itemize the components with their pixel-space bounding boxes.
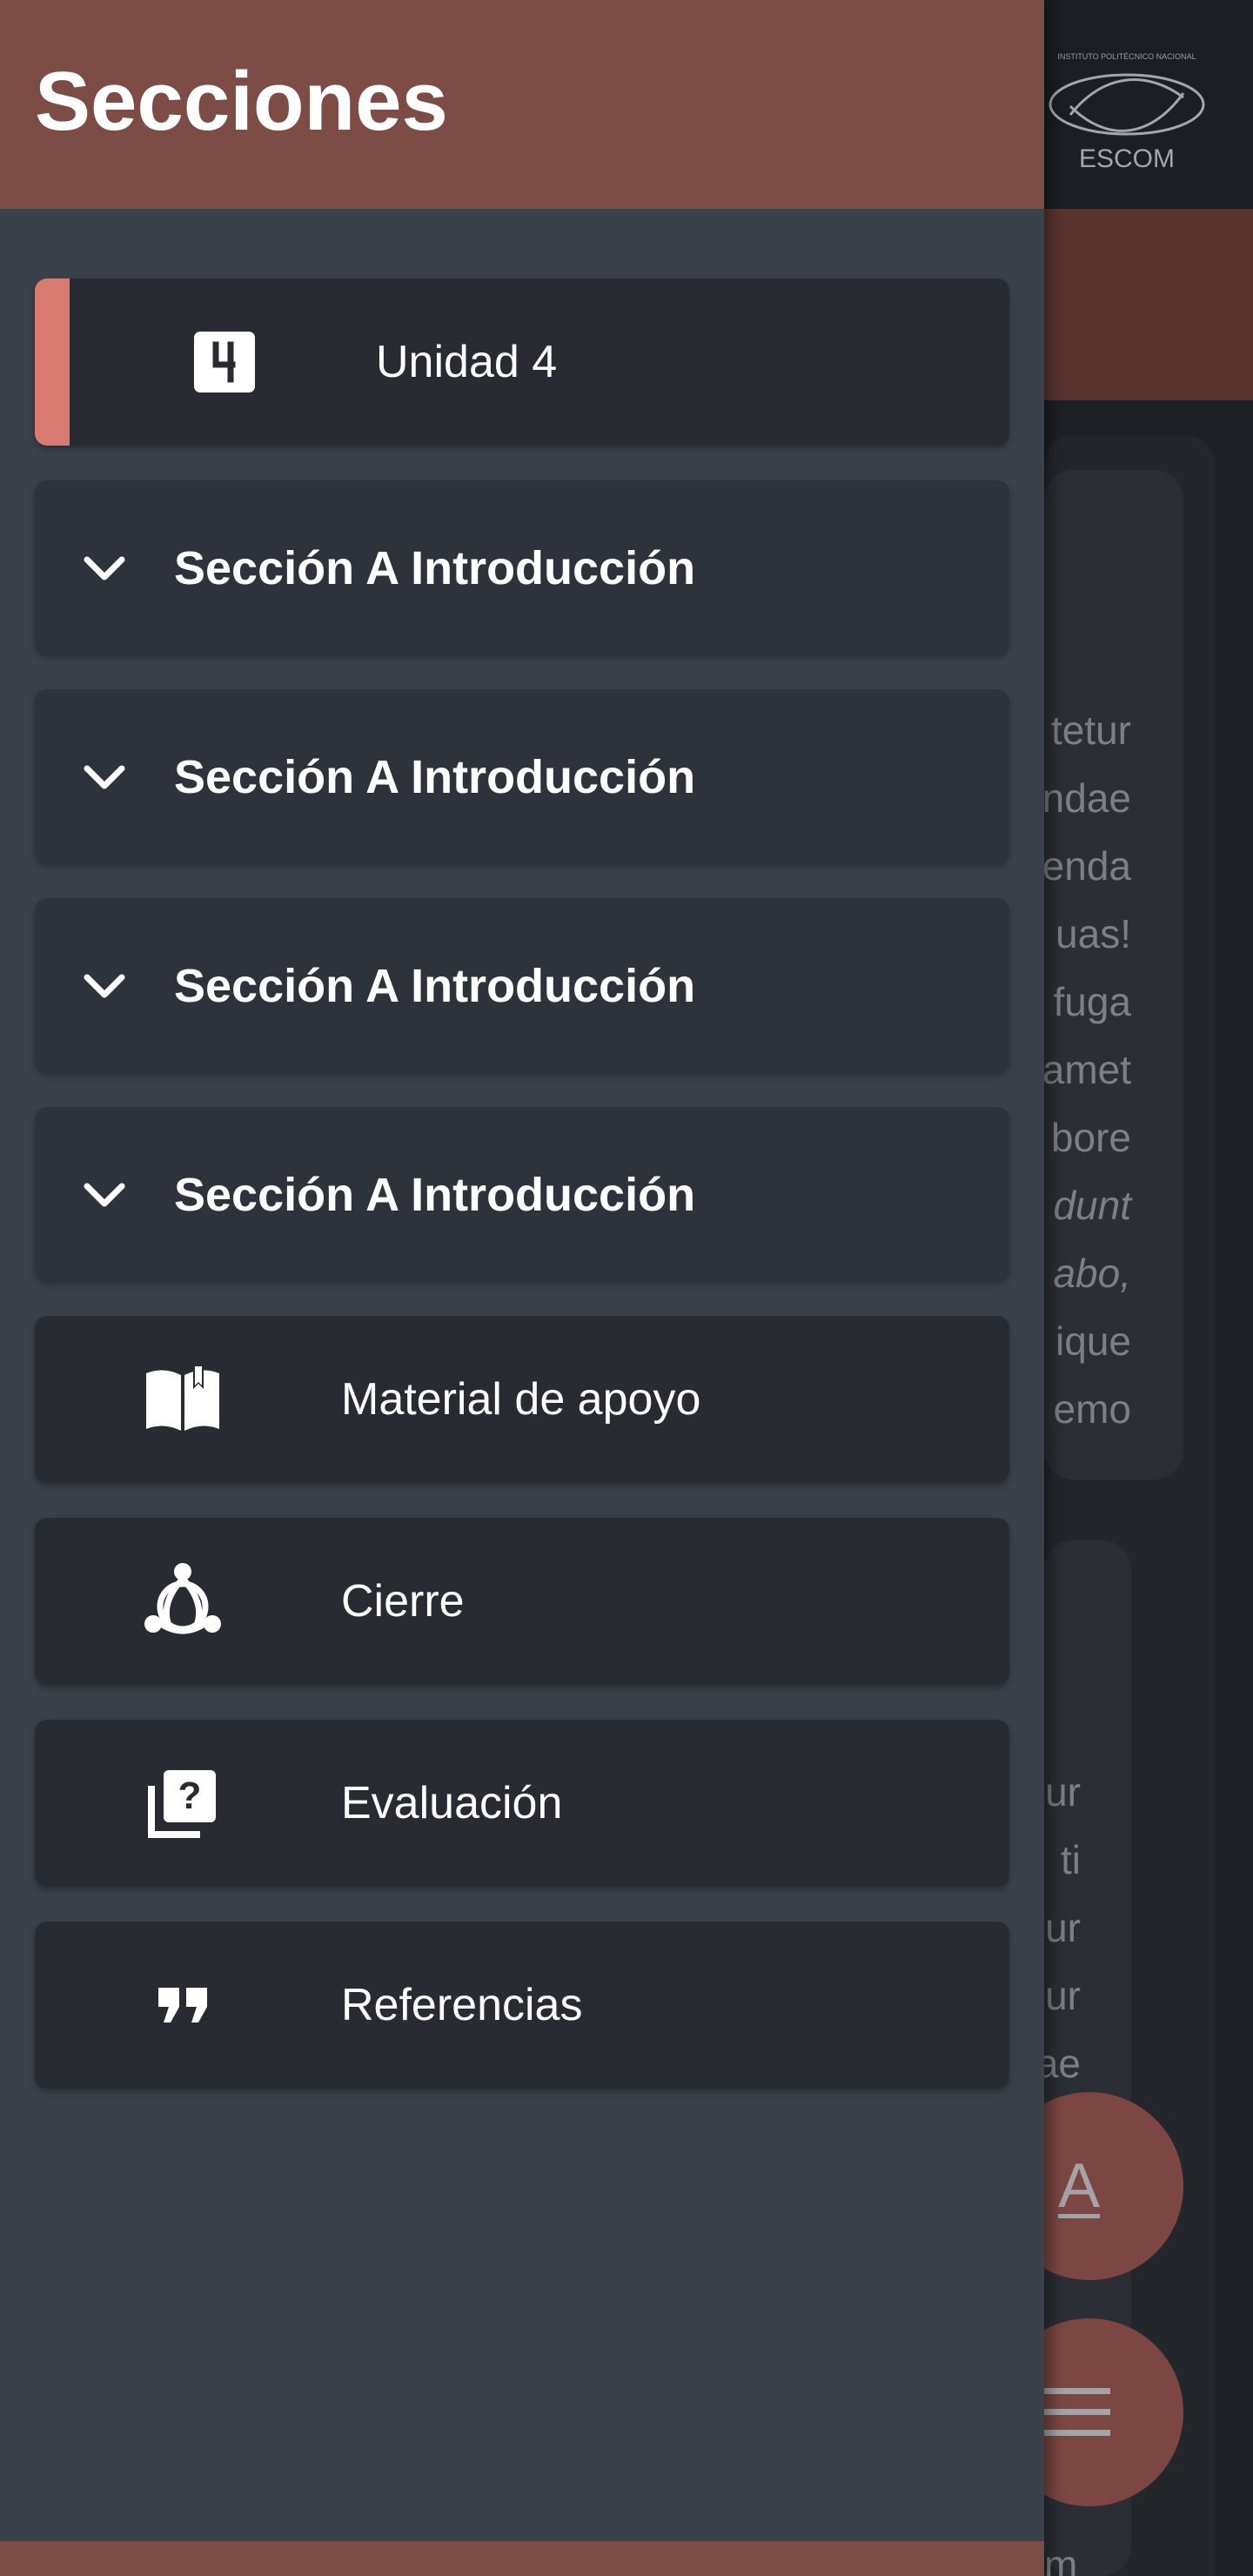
referencias-item[interactable]: Referencias: [35, 1922, 1009, 2089]
section-label: Sección A Introducción: [174, 1169, 696, 1221]
chevron-down-icon: [77, 1171, 132, 1220]
navigation-drawer: Secciones Unidad 4 Sección A Introducció…: [0, 0, 1044, 2576]
question-cards-icon: ?: [139, 1760, 226, 1847]
svg-text:?: ?: [178, 1774, 202, 1817]
unit-item[interactable]: Unidad 4: [35, 278, 1009, 446]
referencias-label: Referencias: [341, 1980, 583, 2030]
celtic-knot-icon: [139, 1558, 226, 1645]
chevron-down-icon: [77, 754, 132, 802]
cierre-item[interactable]: Cierre: [35, 1518, 1009, 1685]
material-de-apoyo-label: Material de apoyo: [341, 1374, 701, 1425]
chevron-down-icon: [77, 545, 132, 594]
hamburger-menu-icon: [1044, 2388, 1110, 2436]
page-banner: [1044, 209, 1253, 400]
quote-icon: [139, 1962, 226, 2049]
font-icon: A: [1057, 2151, 1101, 2221]
svg-text:INSTITUTO POLITÉCNICO NACIONAL: INSTITUTO POLITÉCNICO NACIONAL: [1057, 52, 1196, 61]
section-item[interactable]: Sección A Introducción: [35, 1107, 1009, 1281]
number-4-box-icon: [190, 327, 259, 397]
escom-logo: INSTITUTO POLITÉCNICO NACIONAL ESCOM: [1049, 52, 1205, 173]
material-de-apoyo-item[interactable]: Material de apoyo: [35, 1316, 1009, 1483]
unit-label: Unidad 4: [376, 337, 558, 387]
svg-text:ESCOM: ESCOM: [1079, 144, 1175, 173]
open-book-icon: [139, 1356, 226, 1443]
section-label: Sección A Introducción: [174, 960, 696, 1012]
section-item[interactable]: Sección A Introducción: [35, 898, 1009, 1072]
drawer-header: Secciones: [0, 0, 1044, 209]
chevron-down-icon: [77, 963, 132, 1011]
section-item[interactable]: Sección A Introducción: [35, 480, 1009, 654]
drawer-title: Secciones: [35, 55, 448, 148]
evaluacion-item[interactable]: ? Evaluación: [35, 1720, 1009, 1887]
section-label: Sección A Introducción: [174, 542, 696, 594]
section-item[interactable]: Sección A Introducción: [35, 689, 1009, 863]
drawer-footer: [0, 2541, 1044, 2576]
evaluacion-label: Evaluación: [341, 1778, 563, 1828]
content-text-bottom: m: [1044, 2542, 1078, 2576]
cierre-label: Cierre: [341, 1576, 465, 1627]
active-indicator: [35, 278, 70, 446]
section-label: Sección A Introducción: [174, 751, 696, 803]
